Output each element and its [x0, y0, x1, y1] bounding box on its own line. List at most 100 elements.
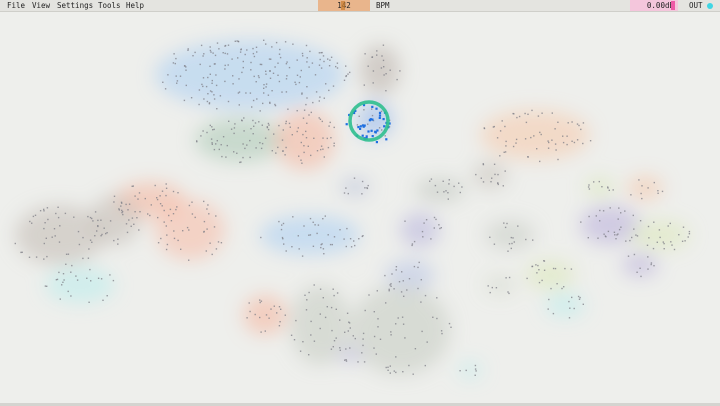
sample-point	[333, 236, 336, 238]
selected-sample-point[interactable]	[361, 134, 364, 137]
sample-point	[222, 136, 225, 138]
sample-point	[325, 83, 327, 85]
menu-settings[interactable]: Settings	[57, 0, 93, 11]
selected-sample-point[interactable]	[376, 129, 379, 132]
sample-point	[639, 220, 642, 222]
sample-point	[200, 135, 202, 137]
selected-sample-point[interactable]	[385, 138, 388, 141]
sample-point	[555, 149, 557, 151]
bpm-drag-handle[interactable]	[341, 1, 345, 10]
sample-point	[434, 184, 437, 187]
gain-drag-handle[interactable]	[671, 1, 675, 10]
sample-point	[244, 147, 246, 150]
sample-point	[125, 223, 128, 225]
sample-point	[91, 217, 93, 220]
sample-point	[278, 325, 281, 327]
sample-point	[144, 197, 146, 200]
sample-point	[617, 218, 619, 220]
sample-point	[353, 177, 356, 179]
sample-point	[43, 210, 45, 212]
sample-point	[396, 78, 398, 81]
sample-point	[173, 53, 175, 55]
menu-tools[interactable]: Tools	[98, 0, 121, 11]
selected-sample-point[interactable]	[371, 135, 374, 138]
sample-point	[395, 323, 397, 325]
sample-point	[233, 151, 235, 153]
sample-point	[358, 115, 360, 117]
selected-sample-point[interactable]	[371, 105, 374, 108]
sample-point	[46, 255, 48, 258]
sample-point	[70, 271, 72, 273]
sample-point	[648, 237, 650, 239]
sample-point	[323, 253, 325, 255]
sample-point	[324, 215, 326, 217]
selected-sample-point[interactable]	[374, 130, 377, 133]
selected-sample-point[interactable]	[378, 114, 382, 117]
sample-point	[296, 74, 299, 76]
sample-point	[279, 48, 281, 51]
selected-sample-point[interactable]	[382, 118, 385, 121]
selected-sample-point[interactable]	[357, 126, 360, 129]
sample-point	[294, 81, 296, 83]
sample-point	[503, 222, 505, 224]
sample-point	[43, 208, 45, 211]
menu-view[interactable]: View	[32, 0, 50, 11]
sample-point	[246, 49, 248, 51]
sample-point	[265, 314, 268, 316]
sample-point	[423, 222, 425, 224]
sample-point	[249, 92, 252, 94]
sample-point	[293, 339, 296, 341]
selected-sample-point[interactable]	[375, 107, 378, 110]
sample-point	[541, 279, 543, 282]
selected-sample-point[interactable]	[367, 130, 370, 133]
sample-point	[551, 112, 553, 114]
sample-point	[250, 128, 252, 130]
sample-point	[420, 301, 422, 303]
selected-sample-point[interactable]	[371, 118, 374, 121]
sample-point	[121, 211, 123, 214]
sample-point	[424, 364, 426, 367]
selected-sample-point[interactable]	[345, 123, 348, 126]
sample-point	[255, 147, 257, 149]
sample-point	[311, 62, 314, 64]
sample-point	[322, 148, 324, 150]
sample-point	[333, 145, 335, 147]
selected-sample-point[interactable]	[378, 111, 382, 114]
sample-point	[512, 145, 515, 148]
sample-point	[543, 260, 546, 262]
sample-point	[226, 53, 229, 55]
selected-sample-point[interactable]	[365, 135, 368, 138]
menu-help[interactable]: Help	[126, 0, 144, 11]
sample-point	[512, 237, 514, 239]
sample-point	[259, 316, 261, 319]
sample-point	[277, 146, 279, 149]
selected-sample-point[interactable]	[359, 125, 362, 128]
sample-point	[280, 228, 283, 231]
sample-map-canvas[interactable]	[0, 12, 720, 403]
sample-point	[220, 242, 223, 244]
sample-point	[194, 216, 196, 219]
sample-point	[117, 243, 119, 245]
sample-point	[319, 118, 322, 120]
sample-point	[332, 346, 334, 348]
sample-point	[286, 75, 288, 77]
selected-sample-point[interactable]	[378, 116, 381, 119]
selected-sample-point[interactable]	[368, 119, 371, 122]
selected-sample-point[interactable]	[370, 129, 373, 132]
sample-point	[290, 334, 293, 336]
sample-point	[349, 347, 351, 349]
sample-point	[134, 195, 136, 197]
selected-sample-point[interactable]	[375, 141, 378, 144]
sample-point	[186, 226, 189, 229]
selected-sample-point[interactable]	[362, 124, 365, 127]
menu-file[interactable]: File	[7, 0, 25, 11]
sample-point	[433, 216, 436, 219]
sample-point	[569, 307, 571, 309]
sample-point	[525, 238, 527, 241]
sample-point	[459, 191, 461, 194]
sample-point	[579, 296, 581, 299]
sample-point	[329, 121, 331, 124]
selected-sample-point[interactable]	[383, 125, 386, 128]
sample-point	[183, 99, 186, 102]
sample-point	[352, 335, 354, 337]
